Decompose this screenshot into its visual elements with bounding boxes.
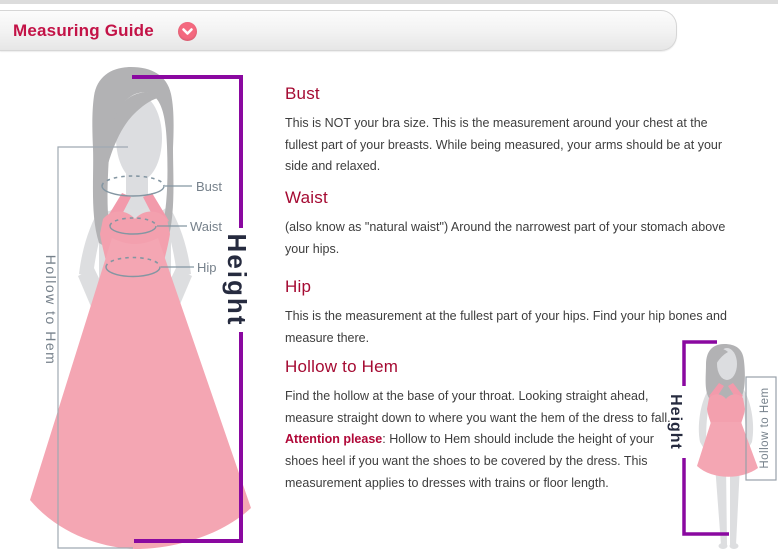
bust-description: This is NOT your bra size. This is the m… (285, 113, 729, 178)
measuring-guide-header[interactable]: Measuring Guide (0, 10, 677, 51)
hollow-to-hem-heading: Hollow to Hem (285, 357, 677, 377)
small-hollow-to-hem-vertical-label: Hollow to Hem (759, 387, 771, 468)
hip-label: Hip (197, 260, 217, 275)
hollow-text-part1: Find the hollow at the base of your thro… (285, 389, 671, 425)
small-left-foot (719, 543, 728, 549)
section-hollow-to-hem: Hollow to Hem Find the hollow at the bas… (285, 357, 677, 495)
small-right-foot (730, 543, 739, 549)
attention-please-label: Attention please (285, 432, 382, 446)
page-title: Measuring Guide (13, 21, 154, 41)
measuring-diagram-large: Bust Waist Hip Hollow to Hem Height (0, 55, 280, 553)
measuring-diagram-small: Height Hollow to Hem (650, 330, 778, 553)
height-vertical-label: Height (222, 234, 252, 327)
bust-label: Bust (196, 179, 222, 194)
section-waist: Waist (also know as "natural waist") Aro… (285, 188, 729, 260)
dress-skirt-shape (30, 238, 251, 549)
page-top-edge (0, 0, 778, 4)
waist-label: Waist (190, 219, 222, 234)
hollow-to-hem-vertical-label: Hollow to Hem (43, 255, 59, 366)
hollow-to-hem-description: Find the hollow at the base of your thro… (285, 386, 677, 495)
waist-heading: Waist (285, 188, 729, 208)
section-bust: Bust This is NOT your bra size. This is … (285, 84, 729, 178)
waist-description: (also know as "natural waist") Around th… (285, 217, 729, 260)
chevron-down-icon[interactable] (178, 22, 197, 41)
small-height-vertical-label: Height (667, 394, 684, 450)
bust-heading: Bust (285, 84, 729, 104)
hip-heading: Hip (285, 277, 729, 297)
